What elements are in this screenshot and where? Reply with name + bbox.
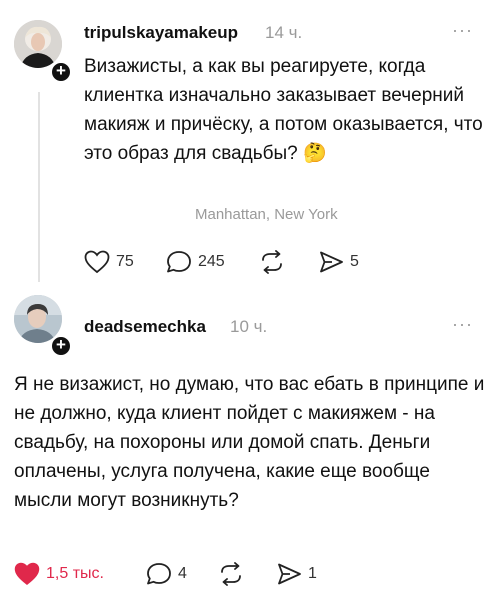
- plus-icon: +: [56, 61, 66, 80]
- follow-button[interactable]: +: [50, 335, 72, 357]
- reply-button[interactable]: 4: [146, 562, 187, 586]
- username[interactable]: deadsemechka: [84, 317, 206, 337]
- like-button[interactable]: 75: [84, 250, 134, 274]
- like-button[interactable]: 1,5 тыс.: [14, 562, 104, 586]
- speech-bubble-icon: [166, 250, 192, 274]
- send-icon: [276, 562, 302, 586]
- share-button[interactable]: 5: [318, 250, 359, 274]
- avatar[interactable]: [14, 20, 62, 68]
- timestamp: 14 ч.: [265, 23, 303, 42]
- reply-count: 245: [198, 253, 225, 270]
- like-count: 1,5 тыс.: [46, 565, 104, 582]
- like-count: 75: [116, 253, 134, 270]
- thread-post-2: + deadsemechka 10 ч. ··· Я не визажист, …: [0, 290, 498, 600]
- share-button[interactable]: 1: [276, 562, 317, 586]
- share-count: 5: [350, 253, 359, 270]
- post-text: Визажисты, а как вы реагируете, когда кл…: [84, 56, 483, 164]
- thread-connector-line: [38, 92, 40, 282]
- share-count: 1: [308, 565, 317, 582]
- timestamp: 10 ч.: [230, 317, 268, 336]
- reply-button[interactable]: 245: [166, 250, 225, 274]
- location-tag[interactable]: Manhattan, New York: [195, 206, 338, 223]
- repost-button[interactable]: [258, 250, 286, 274]
- heart-filled-icon: [14, 562, 40, 586]
- reply-count: 4: [178, 565, 187, 582]
- more-dots-icon[interactable]: ···: [452, 20, 473, 41]
- plus-icon: +: [56, 335, 66, 354]
- more-dots-icon[interactable]: ···: [452, 314, 473, 335]
- send-icon: [318, 250, 344, 274]
- username[interactable]: tripulskayamakeup: [84, 23, 238, 43]
- follow-button[interactable]: +: [50, 61, 72, 83]
- repost-button[interactable]: [217, 562, 245, 586]
- repost-icon: [217, 562, 245, 586]
- speech-bubble-icon: [146, 562, 172, 586]
- repost-icon: [258, 250, 286, 274]
- thread-post-1: + tripulskayamakeup 14 ч. ··· Визажисты,…: [0, 0, 498, 290]
- post-text: Я не визажист, но думаю, что вас ебать в…: [14, 374, 485, 511]
- heart-icon: [84, 250, 110, 274]
